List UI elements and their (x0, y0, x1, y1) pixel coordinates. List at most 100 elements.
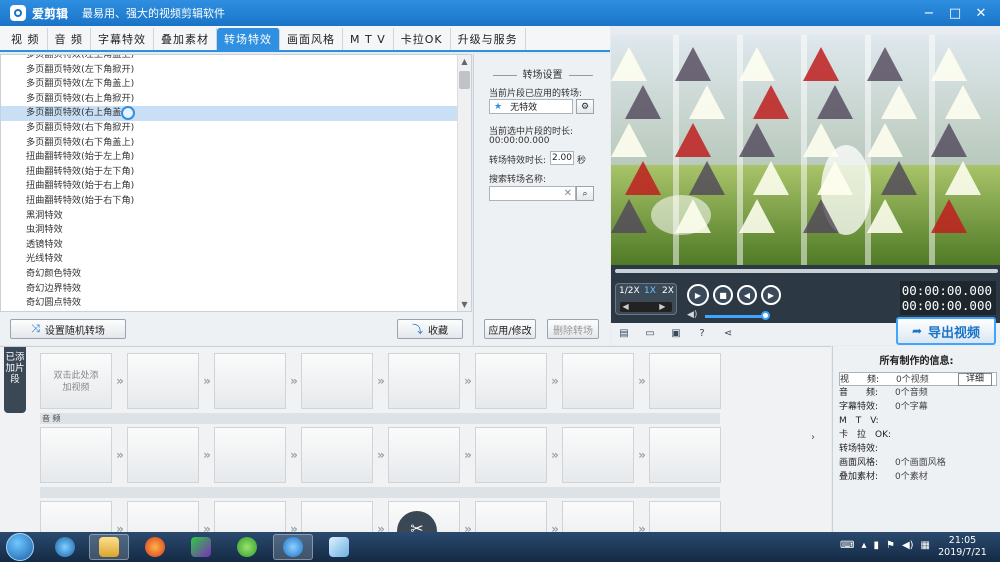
progress-track[interactable] (615, 269, 998, 273)
effect-list-item[interactable]: 黑洞特效 (1, 209, 457, 224)
clip-slot[interactable] (562, 501, 634, 532)
effect-list-item[interactable]: 扭曲翻转特效(始于左下角) (1, 165, 457, 180)
added-clips-tab[interactable]: 已添加片段 (4, 347, 26, 413)
transition-duration-input[interactable]: 2.00 (550, 151, 574, 165)
speed-1x[interactable]: 1X (644, 286, 656, 296)
clip-slot[interactable] (649, 353, 721, 409)
tab-video[interactable]: 视 频 (4, 28, 48, 50)
system-clock[interactable]: 21:05 2019/7/21 (935, 535, 990, 559)
clip-slot[interactable] (649, 501, 721, 532)
effect-list-item[interactable]: 多页翻页特效(左上角盖上) (1, 55, 457, 63)
list-scrollbar[interactable]: ▲ ▼ (457, 55, 471, 311)
scroll-down-icon[interactable]: ▼ (458, 298, 471, 311)
taskbar-editor[interactable] (319, 534, 359, 560)
keyboard-icon[interactable]: ⌨ (840, 540, 854, 551)
effect-list-item[interactable]: 扭曲翻转特效(始于左上角) (1, 150, 457, 165)
collapse-panel-icon[interactable]: › (811, 432, 815, 443)
taskbar-firefox[interactable] (135, 534, 175, 560)
speed-slider[interactable]: ◀ ▶ (620, 302, 672, 312)
clip-slot[interactable] (214, 501, 286, 532)
effect-list-item[interactable]: 多页翻页特效(右下角掀开) (1, 121, 457, 136)
flag-icon[interactable]: ⚑ (886, 540, 895, 551)
clip-slot[interactable] (475, 353, 547, 409)
clip-slot[interactable] (388, 353, 460, 409)
clip-slot[interactable] (214, 353, 286, 409)
clip-slot[interactable] (301, 501, 373, 532)
clip-slot[interactable] (562, 353, 634, 409)
clip-slot[interactable] (127, 427, 199, 483)
tab-picture-style[interactable]: 画面风格 (280, 28, 343, 50)
volume-icon[interactable]: ◀) (687, 310, 697, 320)
video-preview[interactable] (611, 35, 1000, 265)
taskbar-aijianji[interactable] (273, 534, 313, 560)
stop-button[interactable]: ■ (713, 285, 733, 305)
effect-list-item[interactable]: 奇幻边界特效 (1, 282, 457, 297)
tab-upgrade-service[interactable]: 升级与服务 (451, 28, 526, 50)
clip-slot[interactable] (475, 427, 547, 483)
device-icon[interactable]: ▮ (873, 540, 879, 551)
speaker-icon[interactable]: ◀) (902, 540, 914, 551)
prev-frame-button[interactable]: ◀ (737, 285, 757, 305)
taskbar-video-app[interactable] (181, 534, 221, 560)
search-button[interactable]: ⌕ (576, 186, 594, 201)
tab-karaoke[interactable]: 卡拉OK (394, 28, 451, 50)
collect-button[interactable]: ⤵ 收藏 (397, 319, 463, 339)
next-frame-button[interactable]: ▶ (761, 285, 781, 305)
clip-slot[interactable] (127, 501, 199, 532)
playback-progress[interactable] (611, 265, 1000, 277)
share-icon[interactable]: ⋖ (721, 327, 735, 340)
close-button[interactable]: ✕ (968, 6, 994, 21)
effect-list-item[interactable]: 透镜特效 (1, 238, 457, 253)
effect-list-item[interactable]: 多页翻页特效(右下角盖上) (1, 136, 457, 151)
play-button[interactable]: ▶ (687, 284, 709, 306)
maximize-button[interactable]: □ (942, 6, 968, 21)
tray-arrow-icon[interactable]: ▴ (861, 540, 866, 551)
speed-2x[interactable]: 2X (662, 286, 674, 296)
tab-transitions[interactable]: 转场特效 (217, 28, 280, 50)
clip-slot[interactable] (562, 427, 634, 483)
taskbar-update-app[interactable] (227, 534, 267, 560)
clip-slot[interactable] (649, 427, 721, 483)
effect-list-item[interactable]: 多页翻页特效(右上角掀开) (1, 92, 457, 107)
scroll-up-icon[interactable]: ▲ (458, 55, 471, 68)
effect-list-item[interactable]: 多页翻页特效(左下角掀开) (1, 63, 457, 78)
volume-slider[interactable] (705, 315, 765, 318)
open-folder-icon[interactable]: ▭ (643, 327, 657, 340)
tab-overlay[interactable]: 叠加素材 (154, 28, 217, 50)
help-icon[interactable]: ? (695, 327, 709, 340)
delete-transition-button[interactable]: 删除转场 (547, 319, 599, 339)
taskbar-explorer[interactable] (89, 534, 129, 560)
volume-knob[interactable] (761, 311, 770, 320)
scroll-thumb[interactable] (459, 71, 470, 89)
clip-slot[interactable] (214, 427, 286, 483)
clip-slot[interactable] (127, 353, 199, 409)
tab-audio[interactable]: 音 频 (48, 28, 91, 50)
clear-transition-button[interactable]: ⚙ (576, 99, 594, 114)
tab-subtitle-effects[interactable]: 字幕特效 (91, 28, 154, 50)
effect-list-item[interactable]: 光线特效 (1, 252, 457, 267)
new-project-icon[interactable]: ▤ (617, 327, 631, 340)
clip-slot[interactable] (301, 427, 373, 483)
network-icon[interactable]: ▦ (921, 540, 930, 551)
start-button[interactable] (6, 533, 34, 561)
effect-list-item[interactable]: 奇幻圆点特效 (1, 296, 457, 311)
random-transition-button[interactable]: ⤨ 设置随机转场 (10, 319, 126, 339)
clip-slot[interactable] (40, 501, 112, 532)
effect-list-item[interactable]: 扭曲翻转特效(始于右上角) (1, 179, 457, 194)
effect-list-item[interactable]: 多页翻页特效(左下角盖上) (1, 77, 457, 92)
clip-slot[interactable] (475, 501, 547, 532)
save-icon[interactable]: ▣ (669, 327, 683, 340)
add-video-slot[interactable]: 双击此处添加视频 (40, 353, 112, 409)
apply-transition-button[interactable]: 应用/修改 (484, 319, 536, 339)
minimize-button[interactable]: − (916, 6, 942, 21)
effect-list-item[interactable]: 奇幻颜色特效 (1, 267, 457, 282)
clip-slot[interactable] (40, 427, 112, 483)
clip-slot[interactable] (388, 427, 460, 483)
effect-list-item[interactable]: 虫洞特效 (1, 223, 457, 238)
search-transition-input[interactable]: ✕ (489, 186, 576, 201)
export-video-button[interactable]: ➦ 导出视频 (896, 317, 996, 345)
effect-list-item[interactable]: 多页翻页特效(右上角盖上) (1, 106, 457, 121)
detail-button[interactable]: 详细 (958, 373, 992, 386)
tab-mtv[interactable]: M T V (343, 28, 394, 50)
taskbar-media-player[interactable] (45, 534, 85, 560)
